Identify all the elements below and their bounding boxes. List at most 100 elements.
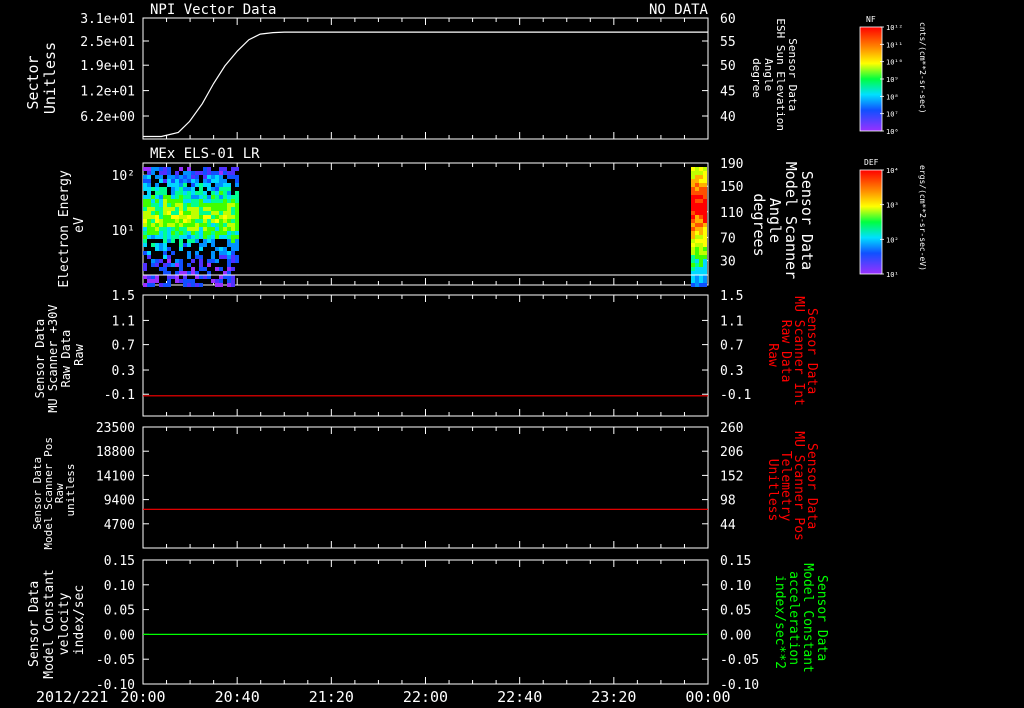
heatmap-cell [155,199,159,203]
right-tick-label: 98 [720,494,736,509]
heatmap-cell [691,275,695,279]
heatmap-cell [691,199,695,203]
heatmap-cell [191,267,195,271]
heatmap-cell [155,207,159,211]
heatmap-cell [187,175,191,179]
heatmap-cell [163,203,167,207]
heatmap-cell [695,227,699,231]
heatmap-cell [699,227,703,231]
heatmap-cell [199,211,203,215]
heatmap-cell [143,227,147,231]
panel-2-title: MEx ELS-01 LR [150,146,260,162]
heatmap-cell [195,255,199,259]
heatmap-cell [151,215,155,219]
heatmap-cell [699,215,703,219]
heatmap-cell [231,215,235,219]
heatmap-cell [235,167,239,171]
heatmap-cell [227,175,231,179]
colorbar-tick-label: 10⁹ [886,76,899,84]
heatmap-cell [151,275,155,279]
heatmap-cell [203,195,207,199]
heatmap-cell [183,279,187,283]
right-tick-label: 40 [720,110,736,125]
heatmap-cell [699,275,703,279]
heatmap-cell [179,191,183,195]
heatmap-cell [175,187,179,191]
heatmap-cell [703,183,707,187]
x-tick-label: 23:20 [591,688,636,706]
heatmap-cell [219,275,223,279]
heatmap-cell [231,171,235,175]
heatmap-cell [695,167,699,171]
heatmap-cell [195,207,199,211]
right-tick-label: -0.1 [720,388,751,403]
heatmap-cell [207,259,211,263]
heatmap-cell [163,167,167,171]
heatmap-cell [223,179,227,183]
heatmap-cell [699,175,703,179]
heatmap-cell [195,271,199,275]
panel-4-frame [142,426,709,549]
colorbar-nf [859,26,883,132]
heatmap-cell [203,183,207,187]
heatmap-cell [703,283,707,287]
left-tick-label: 6.2e+00 [80,110,135,125]
heatmap-cell [223,171,227,175]
heatmap-cell [703,263,707,267]
heatmap-cell [703,223,707,227]
heatmap-cell [703,279,707,283]
heatmap-cell [175,171,179,175]
heatmap-cell [155,263,159,267]
heatmap-cell [171,199,175,203]
heatmap-cell [703,227,707,231]
heatmap-cell [183,223,187,227]
heatmap-cell [691,251,695,255]
heatmap-cell [219,187,223,191]
heatmap-cell [155,223,159,227]
heatmap-cell [691,283,695,287]
heatmap-cell [171,215,175,219]
heatmap-cell [695,255,699,259]
heatmap-cell [691,211,695,215]
heatmap-cell [703,211,707,215]
heatmap-cell [215,223,219,227]
heatmap-cell [167,223,171,227]
heatmap-cell [227,183,231,187]
heatmap-cell [691,223,695,227]
heatmap-cell [215,235,219,239]
heatmap-cell [695,243,699,247]
heatmap-cell [143,215,147,219]
heatmap-cell [223,219,227,223]
heatmap-cell [159,231,163,235]
heatmap-cell [163,243,167,247]
right-tick-label: -0.05 [720,653,759,668]
heatmap-cell [179,219,183,223]
heatmap-cell [191,211,195,215]
heatmap-cell [179,247,183,251]
heatmap-cell [699,231,703,235]
heatmap-cell [227,259,231,263]
heatmap-cell [235,219,239,223]
heatmap-cell [699,203,703,207]
heatmap-cell [155,183,159,187]
heatmap-cell [171,227,175,231]
left-tick-label: 0.7 [112,339,135,354]
heatmap-cell [207,219,211,223]
heatmap-cell [195,183,199,187]
heatmap-cell [163,199,167,203]
heatmap-cell [183,283,187,287]
heatmap-cell [187,279,191,283]
heatmap-cell [187,243,191,247]
heatmap-cell [155,247,159,251]
heatmap-cell [159,219,163,223]
heatmap-cell [223,203,227,207]
heatmap-cell [175,207,179,211]
heatmap-cell [219,167,223,171]
heatmap-cell [211,235,215,239]
heatmap-cell [195,275,199,279]
heatmap-cell [703,239,707,243]
heatmap-cell [183,235,187,239]
heatmap-cell [219,255,223,259]
heatmap-cell [207,239,211,243]
heatmap-cell [187,251,191,255]
